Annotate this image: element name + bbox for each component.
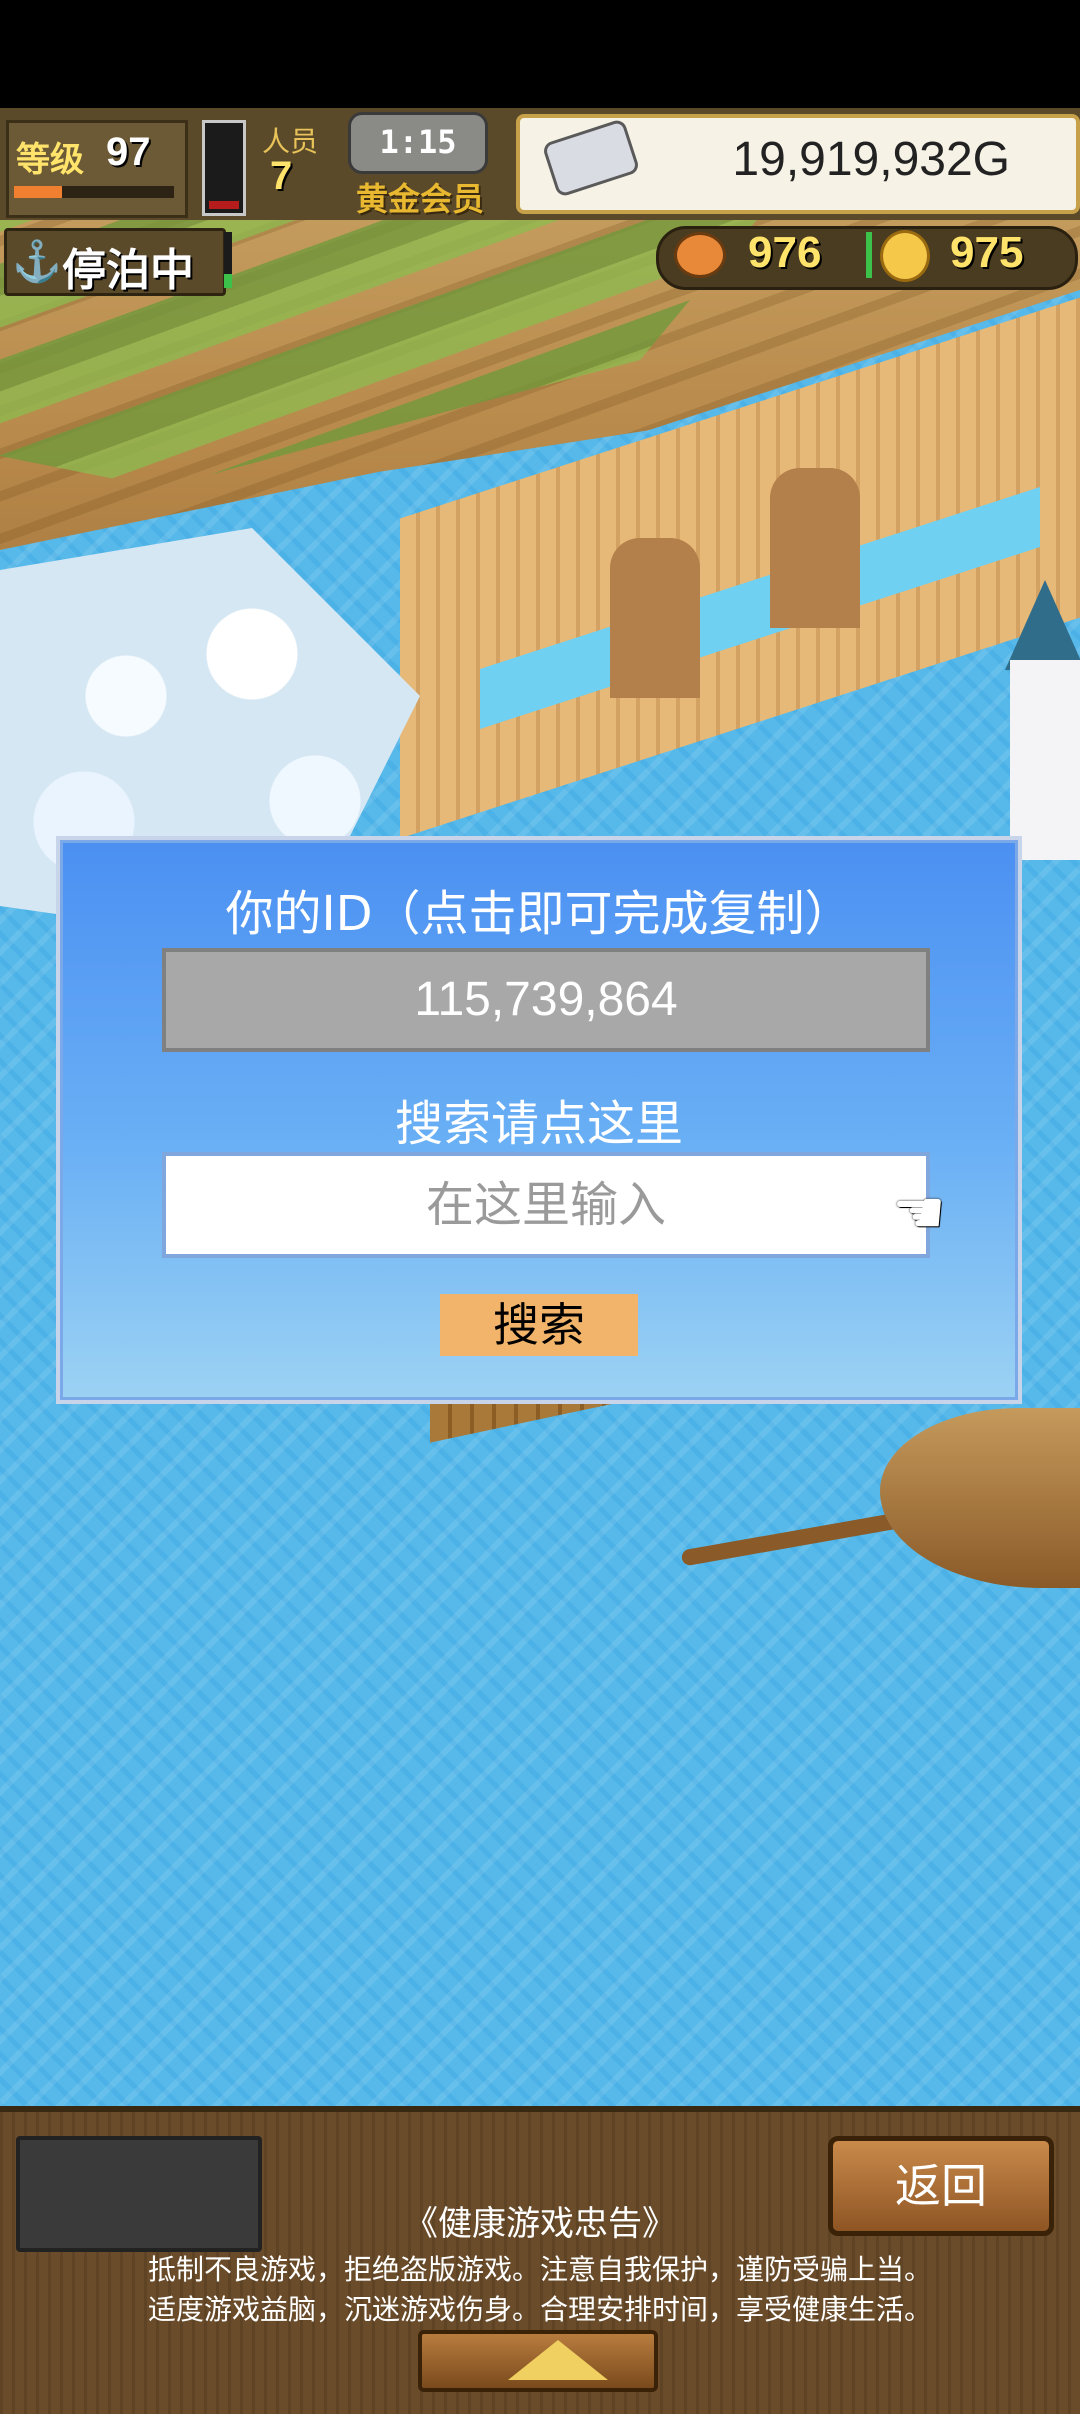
level-progress-fill <box>14 186 62 198</box>
search-label: 搜索请点这里 <box>394 1096 683 1152</box>
level-progress-bar <box>14 186 174 198</box>
food-count: 976 <box>748 228 822 277</box>
search-button[interactable]: 搜索 <box>440 1294 638 1356</box>
level-value: 97 <box>106 130 151 174</box>
stamina-gauge <box>202 120 246 216</box>
windmill <box>770 468 860 628</box>
ship-hull[interactable] <box>880 1408 1080 1588</box>
membership-badge[interactable]: 黄金会员 <box>356 174 484 220</box>
money-amount: 19,919,932G <box>732 133 1010 186</box>
docking-status: 停泊中 <box>62 246 194 295</box>
health-notice-line: 适度游戏益脑，沉迷游戏伤身。合理安排时间，享受健康生活。 <box>147 2293 932 2326</box>
stamina-gauge-fill <box>209 200 239 209</box>
health-notice-line: 抵制不良游戏，拒绝盗版游戏。注意自我保护，谨防受骗上当。 <box>147 2253 932 2286</box>
search-input[interactable] <box>162 1152 930 1258</box>
resource-divider <box>866 232 872 278</box>
castle-tower-roof <box>1005 580 1080 670</box>
status-indicator <box>224 232 232 288</box>
anchor-icon: ⚓ <box>12 240 62 284</box>
coin-count: 975 <box>950 228 1024 277</box>
food-icon <box>674 232 726 278</box>
health-notice-title: 《健康游戏忠告》 <box>404 2204 676 2244</box>
level-label: 等级 <box>16 140 84 180</box>
coin-icon <box>880 230 930 282</box>
staff-count: 7 <box>270 154 293 198</box>
player-id-copy-box[interactable]: 115,739,864 <box>162 948 930 1052</box>
windmill <box>610 538 700 698</box>
castle-tower <box>1010 660 1080 860</box>
dialog-title: 你的ID（点击即可完成复制） <box>225 886 853 942</box>
up-arrow-icon <box>508 2340 608 2380</box>
pointing-hand-icon: ☚ <box>892 1179 946 1246</box>
game-clock: 1:15 <box>348 112 488 174</box>
